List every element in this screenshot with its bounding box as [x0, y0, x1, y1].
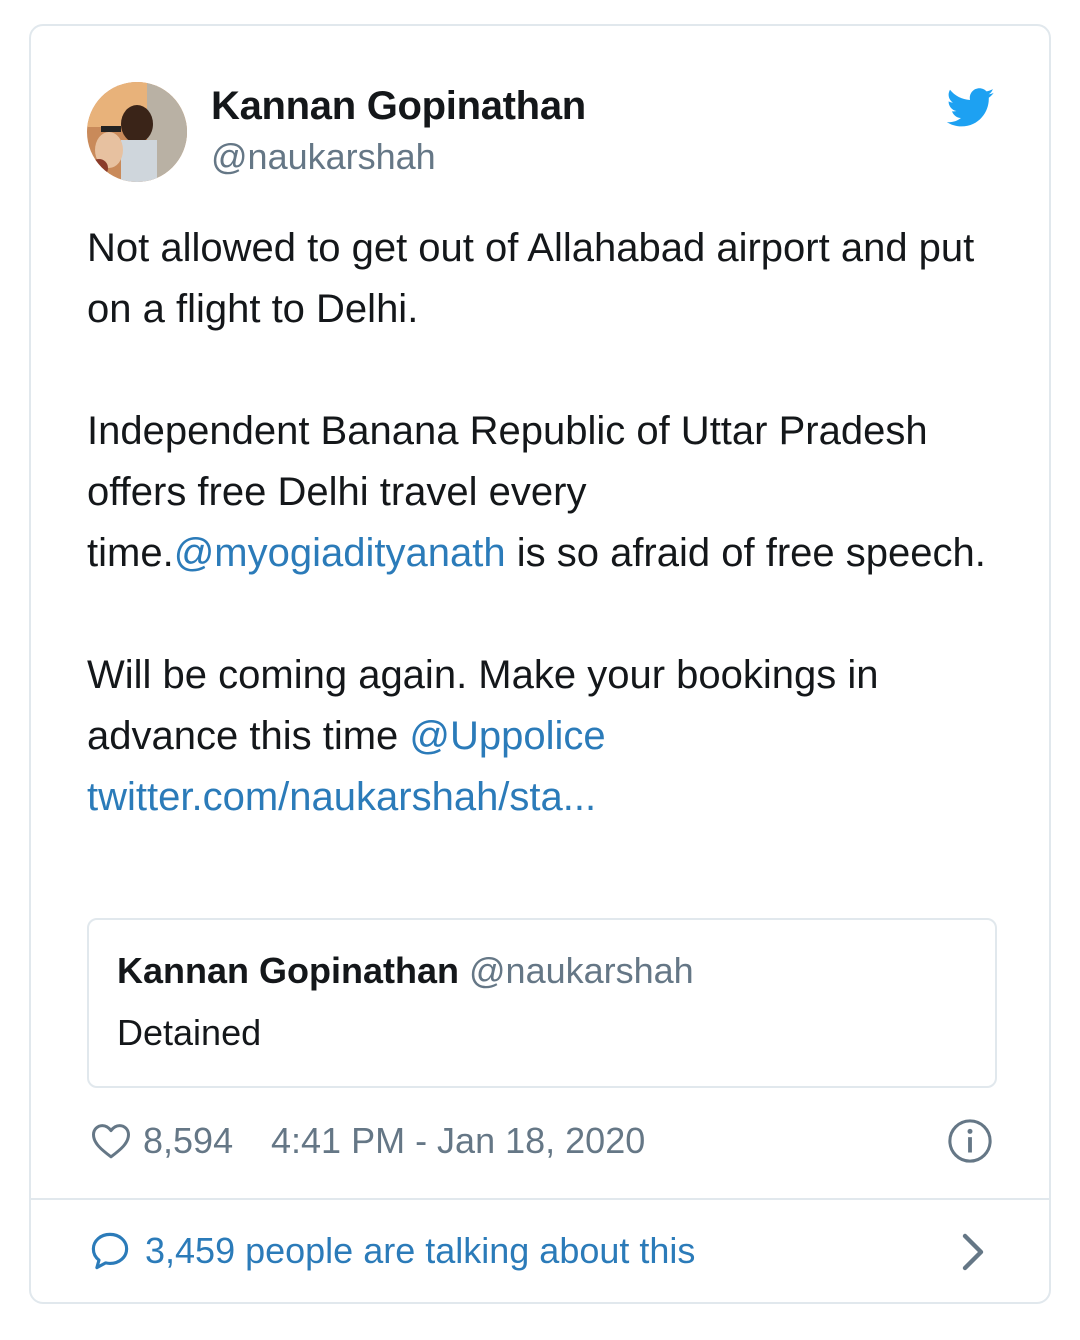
tweet-paragraph-3: Will be coming again. Make your bookings…	[87, 645, 987, 828]
quoted-tweet-handle: @naukarshah	[469, 950, 694, 991]
tweet-text-segment: is so afraid of free speech.	[505, 531, 986, 575]
quoted-tweet[interactable]: Kannan Gopinathan @naukarshah Detained	[87, 918, 997, 1088]
tweet-text-segment: Not allowed to get out of Allahabad airp…	[87, 226, 975, 331]
author-name[interactable]: Kannan Gopinathan	[211, 84, 586, 129]
like-count[interactable]: 8,594	[143, 1120, 233, 1162]
speech-bubble-icon	[91, 1232, 129, 1270]
tweet-paragraph-1: Not allowed to get out of Allahabad airp…	[87, 218, 987, 340]
chevron-right-icon[interactable]	[959, 1232, 987, 1272]
mention-uppolice-link[interactable]: @Uppolice	[409, 714, 605, 758]
quoted-tweet-author: Kannan Gopinathan @naukarshah	[117, 950, 694, 992]
tweet-url-link[interactable]: twitter.com/naukarshah/sta...	[87, 775, 596, 819]
divider	[31, 1198, 1049, 1200]
tweet-embed-card: Kannan Gopinathan @naukarshah Not allowe…	[29, 24, 1051, 1304]
author-handle[interactable]: @naukarshah	[211, 136, 436, 178]
tweet-paragraph-2: Independent Banana Republic of Uttar Pra…	[87, 401, 987, 584]
tweet-footer: 8,594 4:41 PM - Jan 18, 2020	[87, 1118, 997, 1168]
twitter-bird-icon[interactable]	[947, 88, 995, 128]
tweet-timestamp[interactable]: 4:41 PM - Jan 18, 2020	[271, 1120, 645, 1162]
quoted-tweet-text: Detained	[117, 1012, 262, 1053]
people-talking-link[interactable]: 3,459 people are talking about this	[145, 1230, 695, 1272]
info-icon[interactable]	[947, 1118, 993, 1164]
avatar[interactable]	[87, 82, 187, 182]
heart-icon[interactable]	[91, 1122, 131, 1160]
mention-myogiadityanath-link[interactable]: @myogiadityanath	[174, 531, 506, 575]
tweet-text: Not allowed to get out of Allahabad airp…	[87, 218, 987, 828]
conversation-link-row[interactable]: 3,459 people are talking about this	[87, 1226, 997, 1276]
quoted-tweet-name: Kannan Gopinathan	[117, 950, 459, 991]
